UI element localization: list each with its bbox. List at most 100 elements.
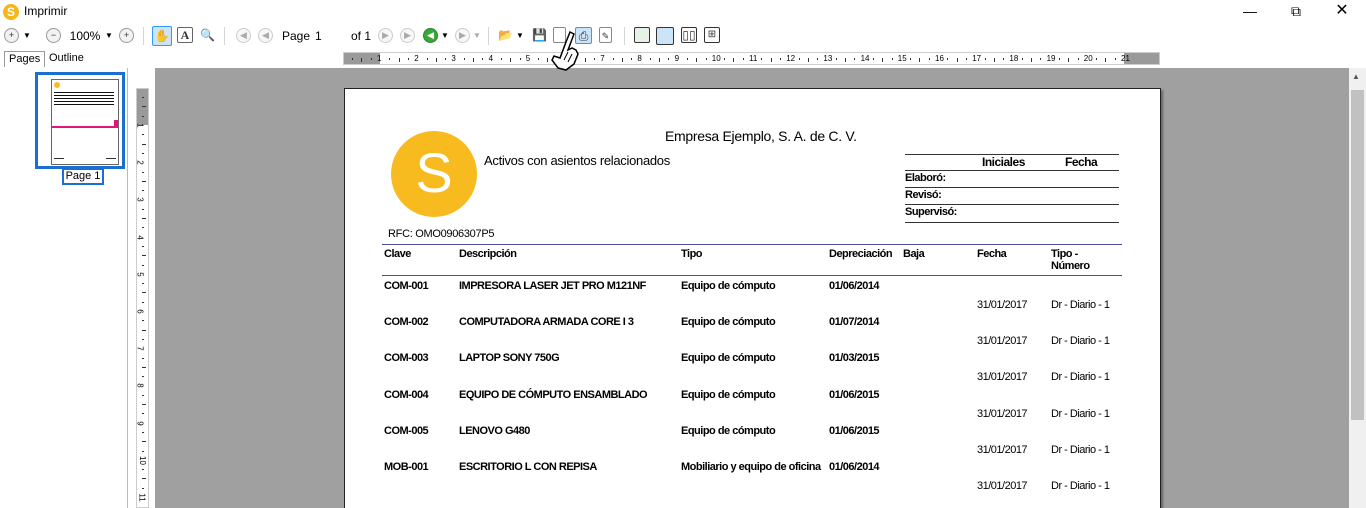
sig-row-elaboro: Elaboró: — [905, 172, 946, 184]
row-numero: Dr - Diario - 1 — [1051, 407, 1110, 420]
row-numero: Dr - Diario - 1 — [1051, 299, 1110, 311]
row-clave: COM-002 — [384, 316, 429, 329]
ruler-tick — [1077, 58, 1079, 60]
sig-row-superviso: Supervisó: — [905, 206, 957, 218]
multiple-pages-icon[interactable]: ⊞ — [704, 27, 720, 43]
ruler-tick — [142, 115, 144, 117]
ruler-tick — [142, 487, 144, 489]
row-fecha: 31/01/2017 — [977, 335, 1028, 348]
ruler-tick — [621, 58, 623, 62]
ruler-tick — [142, 180, 146, 182]
ruler-tick — [142, 450, 144, 452]
first-page-icon[interactable]: ◀ — [236, 28, 251, 43]
row-depreciacion: 01/07/2014 — [829, 316, 880, 329]
back-icon[interactable]: ◀ — [423, 28, 438, 43]
ruler-tick — [361, 58, 363, 62]
tab-pages[interactable]: Pages — [4, 51, 46, 67]
open-folder-icon[interactable]: 📂 — [497, 27, 514, 44]
ruler-label: 11 — [137, 493, 147, 502]
company-logo: S — [391, 131, 477, 217]
row-descripcion: ESCRITORIO L CON REPISA — [459, 461, 597, 473]
facing-pages-icon[interactable]: ▯▯ — [681, 27, 697, 43]
single-page-view-icon[interactable] — [634, 27, 650, 43]
scrollbar-thumb[interactable] — [1351, 90, 1364, 420]
rfc-text: RFC: OMO0906307P5 — [388, 228, 495, 240]
tab-outline[interactable]: Outline — [45, 51, 88, 67]
ruler-tick — [845, 58, 846, 62]
row-descripcion: IMPRESORA LASER JET PRO M121NF — [459, 280, 646, 292]
ruler-label: 4 — [135, 234, 145, 240]
row-numero: Dr - Diario - 1 — [1051, 480, 1110, 492]
ruler-tick — [142, 413, 144, 415]
row-tipo: Equipo de cómputo — [681, 388, 776, 401]
ruler-label: 1 — [135, 123, 145, 128]
find-icon[interactable]: 🔍 — [199, 27, 216, 44]
ruler-label: 20 — [1083, 54, 1093, 63]
toolbar-separator — [488, 27, 489, 45]
ruler-tick — [649, 58, 651, 60]
sig-col-date: Fecha — [1065, 155, 1098, 169]
signature-line — [905, 187, 1119, 188]
row-clave: COM-003 — [384, 352, 429, 365]
ruler-tick — [142, 227, 144, 229]
last-page-icon[interactable]: ▶ — [400, 28, 415, 43]
previous-page-icon[interactable]: ◀ — [258, 28, 273, 43]
scroll-up-icon[interactable]: ▲ — [1352, 72, 1360, 81]
ruler-tick — [426, 58, 428, 60]
forward-dropdown-icon[interactable]: ▼ — [472, 26, 482, 46]
restore-button[interactable]: ⧉ — [1273, 0, 1319, 24]
close-button[interactable]: ✕ — [1319, 0, 1365, 24]
zoom-out-icon[interactable]: − — [46, 28, 61, 43]
row-clave: COM-004 — [384, 388, 429, 401]
row-fecha: 31/01/2017 — [977, 443, 1028, 456]
ruler-label: 2 — [135, 160, 145, 165]
text-select-icon[interactable]: A — [177, 27, 193, 43]
ruler-tick — [142, 366, 146, 368]
app-logo-icon: S — [3, 4, 19, 20]
zoom-level[interactable]: 100% — [66, 26, 104, 46]
row-tipo: Equipo de cómputo — [681, 280, 776, 292]
continuous-page-view-icon[interactable] — [656, 27, 674, 45]
zoom-fit-icon[interactable]: + — [119, 28, 134, 43]
ruler-tick — [817, 58, 819, 60]
next-page-icon[interactable]: ▶ — [378, 28, 393, 43]
page-thumbnail[interactable] — [35, 72, 125, 169]
minimize-button[interactable]: — — [1227, 0, 1273, 24]
zoom-dropdown-arrow-icon[interactable]: ▼ — [22, 26, 32, 46]
ruler-tick — [1058, 58, 1060, 60]
back-dropdown-icon[interactable]: ▼ — [440, 26, 450, 46]
row-depreciacion: 01/06/2014 — [829, 280, 880, 292]
row-tipo: Equipo de cómputo — [681, 316, 776, 329]
export-icon[interactable]: ✎ — [599, 27, 612, 43]
row-numero: Dr - Diario - 1 — [1051, 371, 1110, 384]
page-number-input[interactable]: 1 — [312, 26, 342, 46]
ruler-tick — [473, 58, 474, 62]
title-bar: S Imprimir — ⧉ ✕ — [0, 0, 1366, 24]
ruler-tick — [463, 58, 465, 60]
col-clave: Clave — [384, 248, 411, 260]
ruler-tick — [807, 58, 809, 62]
ruler-tick — [1096, 58, 1098, 60]
ruler-label: 14 — [860, 54, 870, 63]
ruler-tick — [696, 58, 698, 62]
ruler-tick — [891, 58, 893, 60]
row-clave: COM-005 — [384, 424, 429, 437]
ruler-label: 19 — [1046, 54, 1056, 63]
sidebar-tabs: Pages Outline — [0, 50, 130, 68]
company-name: Empresa Ejemplo, S. A. de C. V. — [665, 128, 857, 144]
save-icon[interactable]: 💾 — [531, 27, 548, 44]
ruler-tick — [142, 218, 146, 219]
ruler-label: 3 — [135, 197, 145, 203]
forward-icon[interactable]: ▶ — [455, 28, 470, 43]
row-descripcion: LENOVO G480 — [459, 424, 530, 437]
ruler-tick — [761, 58, 763, 60]
ruler-tick — [142, 264, 144, 266]
hand-tool-icon[interactable]: ✋ — [152, 26, 172, 46]
zoom-in-icon[interactable]: + — [4, 28, 19, 43]
ruler-tick — [956, 58, 958, 62]
signature-line — [905, 222, 1119, 223]
toolbar-separator — [224, 27, 225, 45]
open-dropdown-icon[interactable]: ▼ — [515, 26, 525, 46]
col-descripcion: Descripción — [459, 248, 517, 260]
zoom-level-dropdown-icon[interactable]: ▼ — [104, 26, 114, 46]
